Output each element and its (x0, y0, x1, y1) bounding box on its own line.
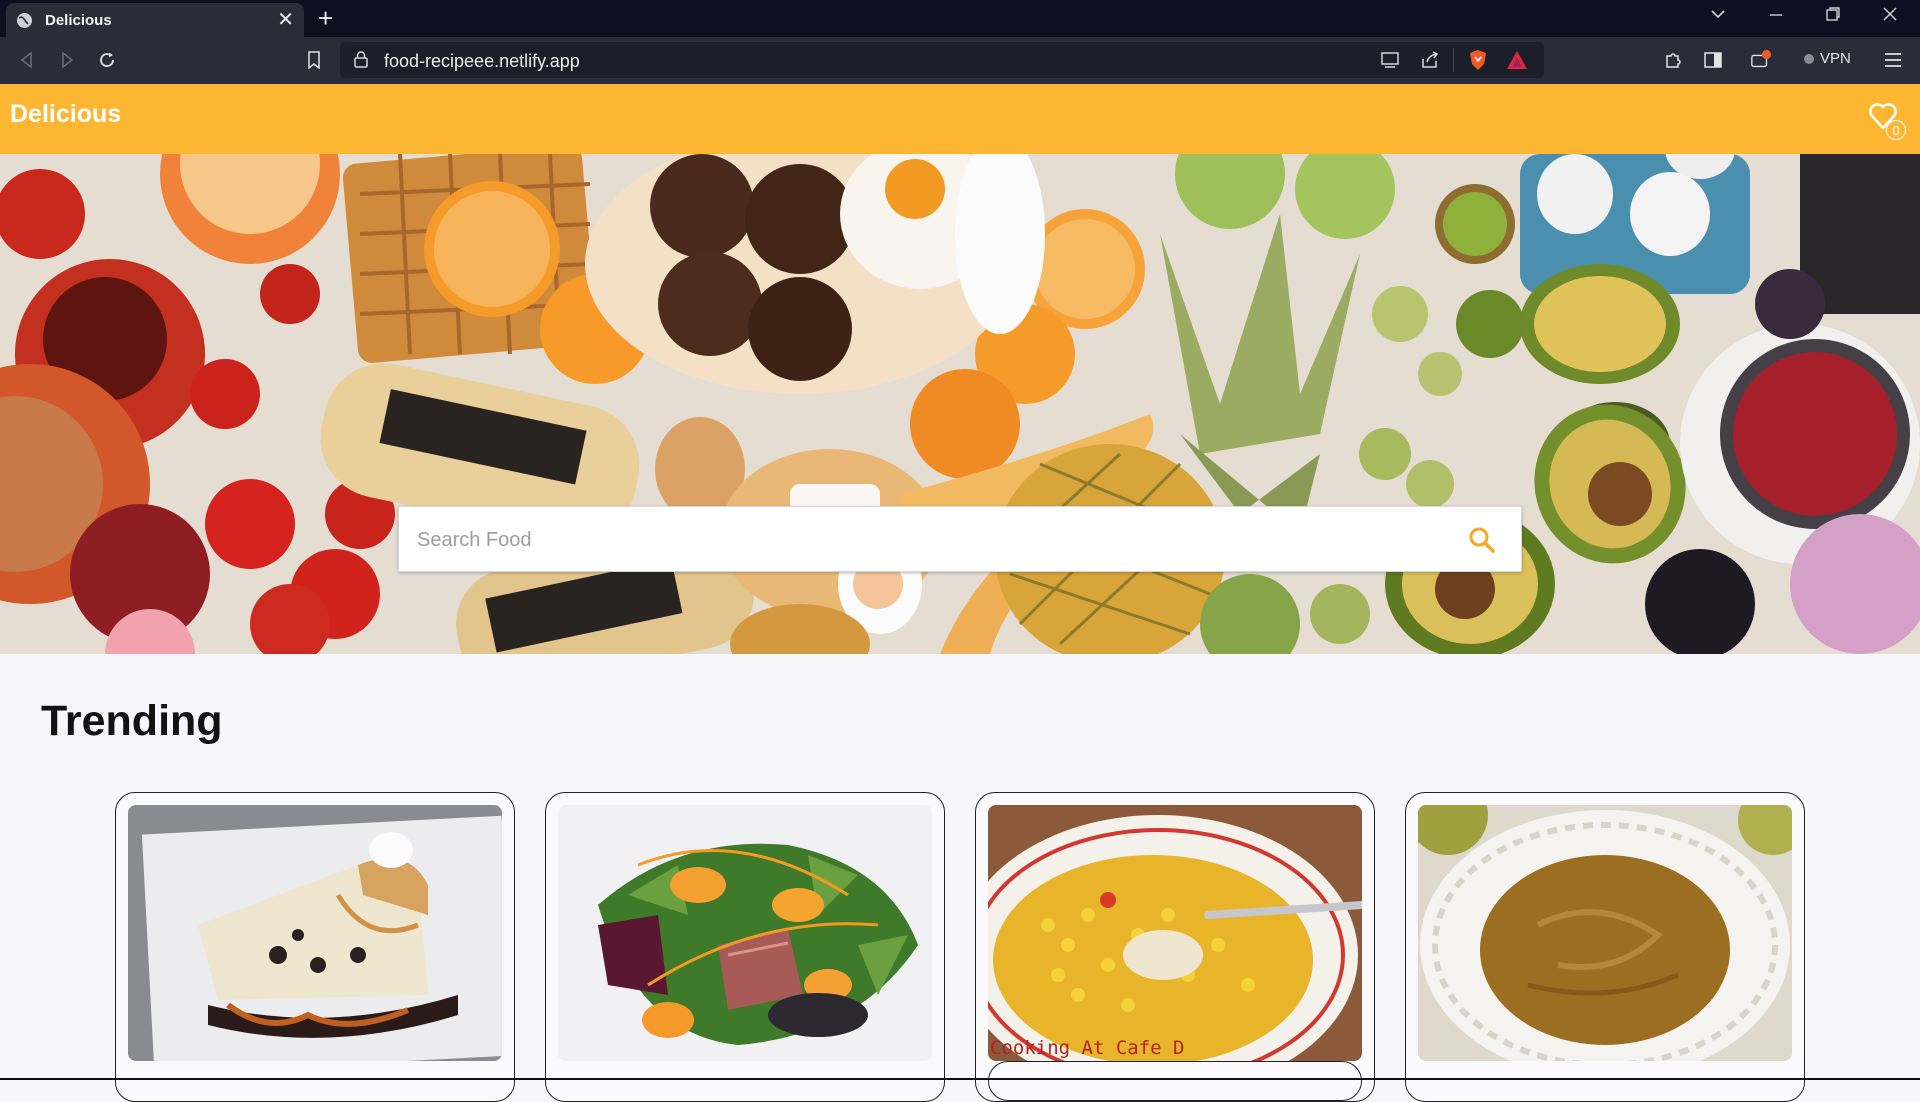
cast-icon[interactable] (1380, 51, 1400, 74)
search-icon[interactable] (1467, 525, 1497, 555)
brave-shields-icon[interactable] (1468, 49, 1488, 76)
trending-heading: Trending (41, 697, 223, 745)
browser-tabstrip: Delicious ✕ + (0, 0, 1920, 37)
share-icon[interactable] (1420, 51, 1440, 74)
tab-title: Delicious (45, 11, 112, 29)
hero-banner (0, 154, 1920, 654)
lock-icon (354, 51, 368, 73)
wallet-icon[interactable] (1750, 49, 1772, 71)
urlbar-divider (1453, 48, 1454, 72)
brave-rewards-icon[interactable] (1506, 50, 1528, 75)
recipe-photo-cheesecake[interactable] (128, 805, 502, 1061)
recipe-card[interactable] (1405, 792, 1805, 1102)
recipe-photo-salad[interactable] (558, 805, 932, 1061)
recipe-card[interactable] (545, 792, 945, 1102)
photo-watermark: Cooking At Cafe D (990, 1037, 1185, 1059)
tab-list-chevron-icon[interactable] (1710, 6, 1726, 27)
recipe-card[interactable] (115, 792, 515, 1102)
close-window-button[interactable] (1882, 6, 1898, 27)
new-tab-button[interactable]: + (318, 4, 333, 32)
close-tab-icon[interactable]: ✕ (277, 10, 294, 30)
sidebar-icon[interactable] (1702, 49, 1724, 71)
forward-arrow-icon[interactable] (56, 49, 78, 71)
search-form (398, 506, 1522, 573)
recipe-title-bar (988, 1061, 1362, 1101)
url-text: food-recipeee.netlify.app (384, 51, 580, 71)
reload-icon[interactable] (96, 49, 118, 71)
search-input[interactable] (415, 507, 1419, 573)
hero-food-image (0, 154, 1920, 654)
vpn-status-icon (1804, 53, 1814, 64)
favorites-count-badge: 0 (1886, 120, 1906, 140)
globe-icon (16, 12, 33, 29)
restore-button[interactable] (1825, 6, 1841, 27)
menu-hamburger-icon[interactable] (1882, 49, 1904, 71)
browser-toolbar: food-recipeee.netlify.app VPN (0, 37, 1920, 84)
bookmark-icon[interactable] (303, 49, 325, 71)
site-logo[interactable]: Delicious (10, 100, 121, 129)
vpn-label: VPN (1820, 50, 1851, 67)
recipe-photo-puree[interactable] (1418, 805, 1792, 1061)
back-arrow-icon[interactable] (16, 49, 38, 71)
recipe-card[interactable]: Cooking At Cafe D (975, 792, 1375, 1102)
address-bar[interactable]: food-recipeee.netlify.app (340, 42, 1544, 78)
site-header: Delicious 0 (0, 84, 1920, 154)
recipe-photo-chowder[interactable]: Cooking At Cafe D (988, 805, 1362, 1061)
minimize-button[interactable] (1768, 6, 1784, 27)
vpn-button[interactable]: VPN (1804, 50, 1851, 67)
browser-tab[interactable]: Delicious ✕ (6, 3, 304, 37)
extensions-puzzle-icon[interactable] (1662, 49, 1684, 71)
